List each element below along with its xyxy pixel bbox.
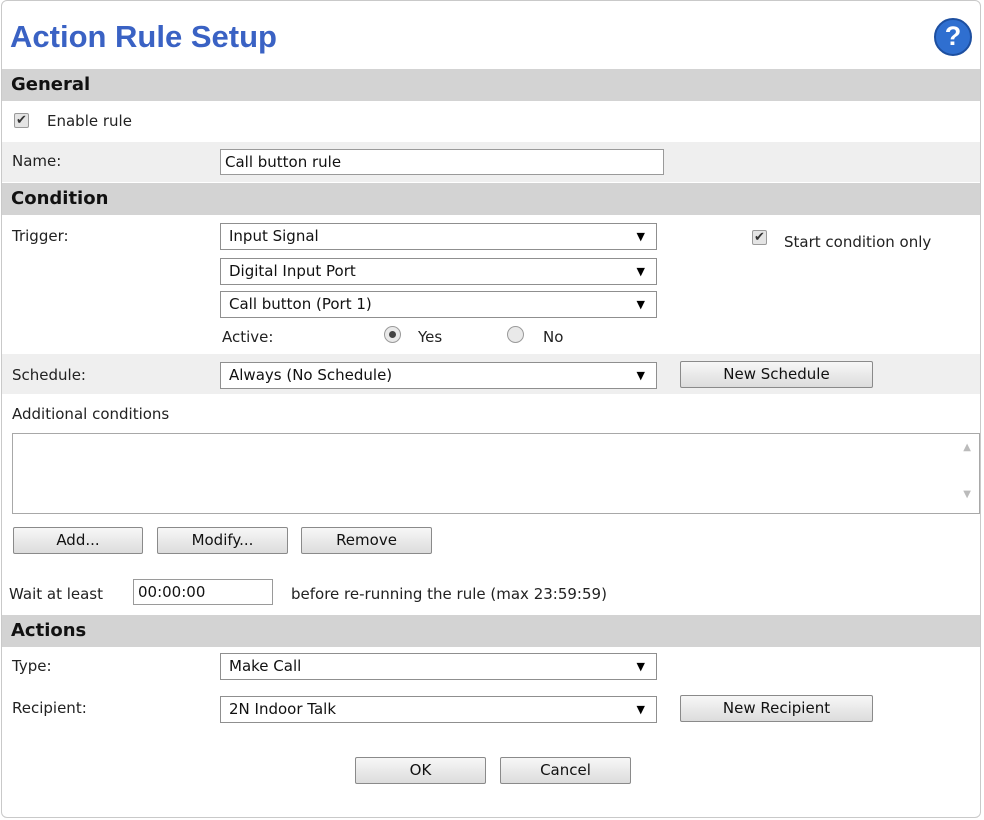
chevron-down-icon: ▼ — [636, 660, 645, 673]
wait-time-field[interactable]: 00:00:00 — [133, 579, 273, 605]
signal-select-value: Digital Input Port — [229, 262, 356, 280]
start-condition-label: Start condition only — [784, 233, 932, 251]
ok-button[interactable]: OK — [355, 757, 486, 784]
chevron-down-icon: ▼ — [636, 230, 645, 243]
name-label: Name: — [12, 152, 62, 170]
port-select-value: Call button (Port 1) — [229, 295, 372, 313]
enable-rule-checkbox[interactable]: ✔ — [14, 113, 29, 128]
chevron-down-icon: ▼ — [636, 265, 645, 278]
scroll-up-icon[interactable]: ▲ — [963, 442, 971, 453]
active-yes-label: Yes — [418, 328, 443, 346]
new-recipient-button[interactable]: New Recipient — [680, 695, 873, 722]
additional-conditions-list[interactable]: ▲ ▼ — [12, 433, 980, 514]
additional-conditions-label: Additional conditions — [12, 405, 170, 423]
recipient-label: Recipient: — [12, 699, 87, 717]
remove-button[interactable]: Remove — [301, 527, 432, 554]
schedule-select[interactable]: Always (No Schedule) ▼ — [220, 362, 657, 389]
add-button[interactable]: Add... — [13, 527, 143, 554]
type-label: Type: — [12, 657, 52, 675]
section-actions: Actions — [2, 615, 980, 647]
name-field[interactable]: Call button rule — [220, 149, 664, 175]
wait-label: Wait at least — [9, 585, 104, 603]
radio-selected-dot — [389, 331, 396, 338]
help-icon[interactable]: ? — [934, 18, 972, 56]
scroll-down-icon[interactable]: ▼ — [963, 489, 971, 500]
chevron-down-icon: ▼ — [636, 298, 645, 311]
new-schedule-button[interactable]: New Schedule — [680, 361, 873, 388]
dialog-frame: Action Rule Setup ? General ✔ Enable rul… — [1, 0, 981, 818]
schedule-label: Schedule: — [12, 366, 86, 384]
section-general: General — [2, 69, 980, 101]
active-label: Active: — [222, 328, 274, 346]
type-select-value: Make Call — [229, 657, 302, 675]
cancel-button[interactable]: Cancel — [500, 757, 631, 784]
port-select[interactable]: Call button (Port 1) ▼ — [220, 291, 657, 318]
recipient-select[interactable]: 2N Indoor Talk ▼ — [220, 696, 657, 723]
enable-rule-label: Enable rule — [47, 112, 132, 130]
trigger-label: Trigger: — [12, 227, 69, 245]
schedule-select-value: Always (No Schedule) — [229, 366, 393, 384]
type-select[interactable]: Make Call ▼ — [220, 653, 657, 680]
section-condition: Condition — [2, 183, 980, 215]
wait-suffix: before re-running the rule (max 23:59:59… — [291, 585, 607, 603]
modify-button[interactable]: Modify... — [157, 527, 288, 554]
active-no-label: No — [543, 328, 564, 346]
chevron-down-icon: ▼ — [636, 703, 645, 716]
trigger-select[interactable]: Input Signal ▼ — [220, 223, 657, 250]
signal-select[interactable]: Digital Input Port ▼ — [220, 258, 657, 285]
recipient-select-value: 2N Indoor Talk — [229, 700, 336, 718]
page-title: Action Rule Setup — [10, 19, 277, 54]
start-condition-checkbox[interactable]: ✔ — [752, 230, 767, 245]
trigger-select-value: Input Signal — [229, 227, 319, 245]
chevron-down-icon: ▼ — [636, 369, 645, 382]
active-no-radio[interactable] — [507, 326, 524, 343]
active-yes-radio[interactable] — [384, 326, 401, 343]
